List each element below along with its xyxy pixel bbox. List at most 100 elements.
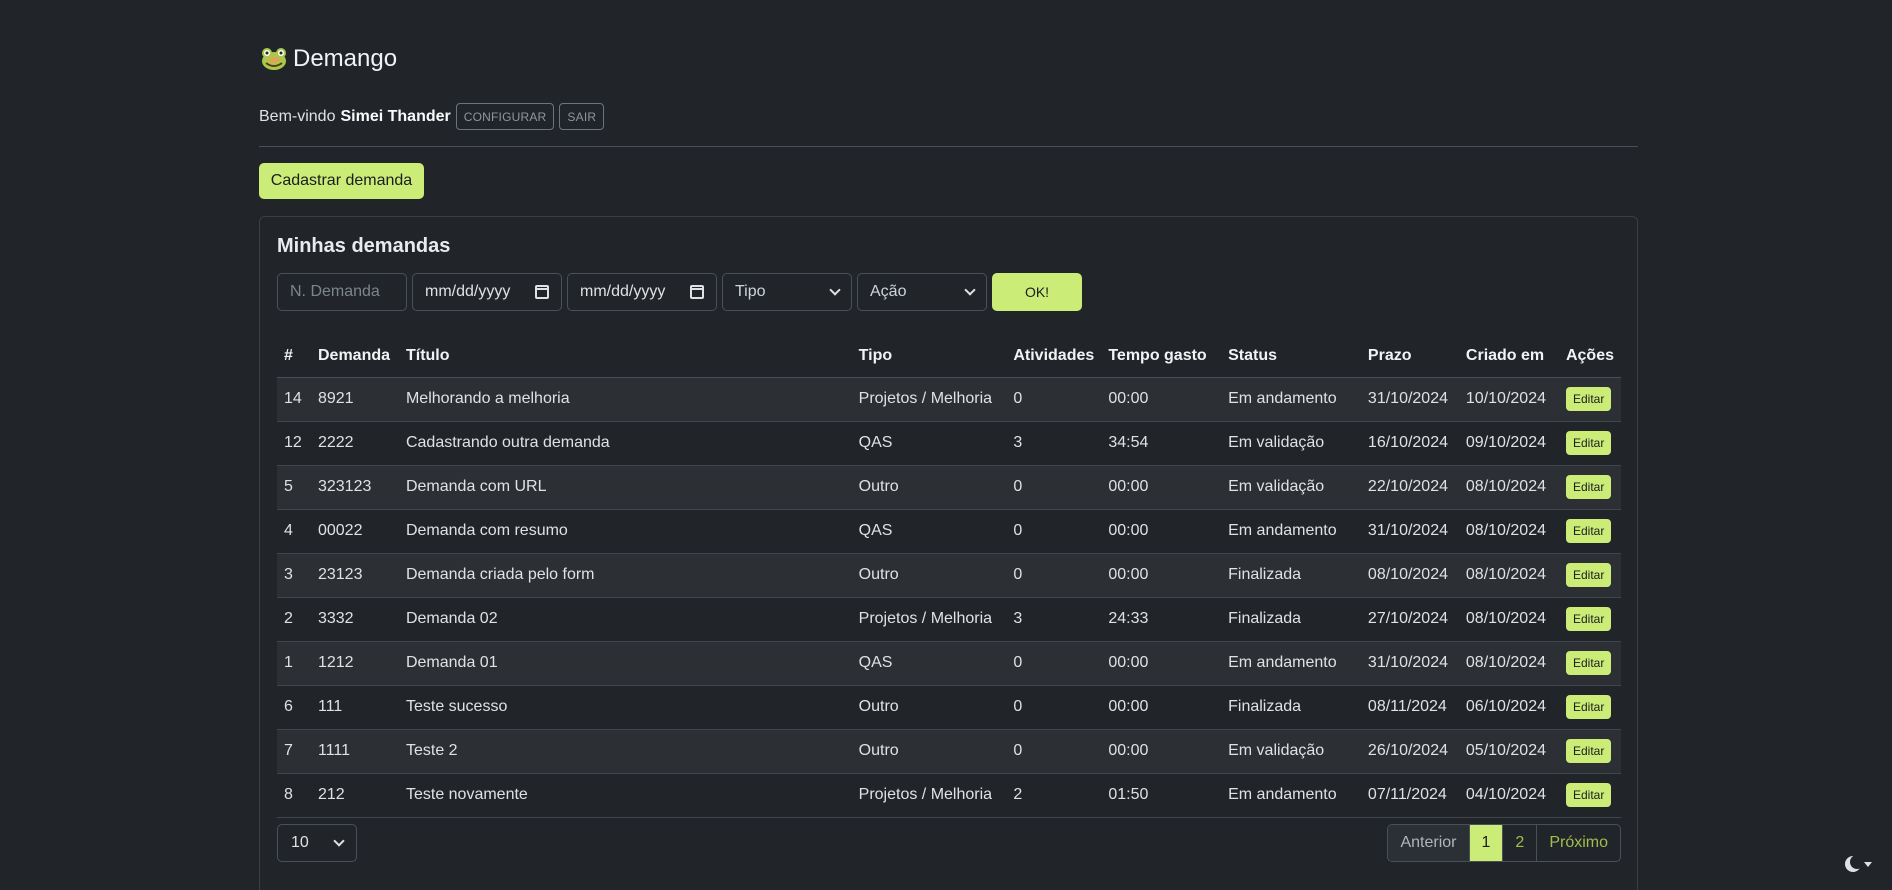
- cell-demand: 2222: [310, 421, 399, 466]
- action-select[interactable]: Ação: [857, 273, 987, 311]
- col-header-status[interactable]: Status: [1221, 335, 1361, 378]
- cell-actions: Editar: [1558, 509, 1621, 554]
- cell-type: Projetos / Melhoria: [851, 597, 1007, 642]
- cell-title: Cadastrando outra demanda: [398, 421, 852, 466]
- create-demand-button[interactable]: Cadastrar demanda: [259, 163, 424, 199]
- cell-id: 8: [277, 773, 311, 818]
- card-title: Minhas demandas: [277, 235, 451, 257]
- calendar-icon[interactable]: [690, 285, 704, 299]
- pagination-page-2[interactable]: 2: [1502, 825, 1536, 861]
- cell-actions: Editar: [1558, 553, 1621, 598]
- cell-activities: 0: [1006, 553, 1102, 598]
- table-body: 14 8921 Melhorando a melhoria Projetos / Me…: [277, 377, 1621, 818]
- col-header-deadline[interactable]: Prazo: [1360, 335, 1459, 378]
- cell-status: Em validação: [1221, 729, 1361, 774]
- col-header-time[interactable]: Tempo gasto: [1101, 335, 1222, 378]
- col-header-title[interactable]: Título: [398, 335, 852, 378]
- edit-button[interactable]: Editar: [1565, 783, 1612, 807]
- edit-button[interactable]: Editar: [1565, 519, 1612, 543]
- theme-toggle[interactable]: [1846, 857, 1872, 871]
- pagination-page-1[interactable]: 1: [1468, 825, 1503, 861]
- brand[interactable]: Demango: [259, 44, 397, 74]
- user-name: Simei Thander: [340, 107, 451, 125]
- pagination-next[interactable]: Próximo: [1536, 825, 1620, 861]
- cell-deadline: 08/11/2024: [1360, 685, 1459, 730]
- chevron-down-icon: [829, 284, 841, 296]
- col-header-created[interactable]: Criado em: [1458, 335, 1559, 378]
- cell-demand: 3332: [310, 597, 399, 642]
- cell-type: QAS: [851, 641, 1007, 686]
- edit-button[interactable]: Editar: [1565, 475, 1612, 499]
- page-size-select[interactable]: 10: [277, 824, 357, 862]
- edit-button[interactable]: Editar: [1565, 695, 1612, 719]
- cell-type: Outro: [851, 729, 1007, 774]
- cell-time: 00:00: [1101, 377, 1222, 422]
- logout-button[interactable]: SAIR: [559, 103, 605, 130]
- table-row: 3 23123 Demanda criada pelo form Outro 0 00:0…: [277, 553, 1621, 598]
- type-select[interactable]: Tipo: [722, 273, 852, 311]
- calendar-icon[interactable]: [535, 285, 549, 299]
- cell-created: 08/10/2024: [1458, 597, 1559, 642]
- table-row: 1 1212 Demanda 01 QAS 0 00:00 Em andamento 31/1…: [277, 641, 1621, 686]
- welcome-text: Bem-vindo: [259, 107, 336, 125]
- cell-created: 08/10/2024: [1458, 553, 1559, 598]
- cell-demand: 00022: [310, 509, 399, 554]
- action-select-value: Ação: [870, 283, 907, 300]
- cell-title: Teste novamente: [398, 773, 852, 818]
- col-header-activities[interactable]: Atividades: [1006, 335, 1102, 378]
- col-header-demand[interactable]: Demanda: [310, 335, 399, 378]
- edit-button[interactable]: Editar: [1565, 607, 1612, 631]
- cell-demand: 1111: [310, 729, 399, 774]
- cell-actions: Editar: [1558, 641, 1621, 686]
- cell-type: Projetos / Melhoria: [851, 773, 1007, 818]
- cell-activities: 3: [1006, 421, 1102, 466]
- chevron-down-icon: [964, 284, 976, 296]
- cell-demand: 111: [310, 685, 399, 730]
- cell-activities: 3: [1006, 597, 1102, 642]
- cell-deadline: 26/10/2024: [1360, 729, 1459, 774]
- date-from-input[interactable]: mm/dd/yyyy: [412, 273, 562, 311]
- cell-deadline: 07/11/2024: [1360, 773, 1459, 818]
- demand-number-placeholder: N. Demanda: [290, 283, 380, 300]
- edit-button[interactable]: Editar: [1565, 387, 1612, 411]
- edit-button[interactable]: Editar: [1565, 431, 1612, 455]
- cell-type: Outro: [851, 553, 1007, 598]
- edit-button[interactable]: Editar: [1565, 563, 1612, 587]
- cell-time: 34:54: [1101, 421, 1222, 466]
- col-header-actions: Ações: [1558, 335, 1621, 378]
- caret-down-icon: [1864, 861, 1872, 867]
- demand-number-input[interactable]: N. Demanda: [277, 273, 407, 311]
- cell-created: 05/10/2024: [1458, 729, 1559, 774]
- table-row: 6 111 Teste sucesso Outro 0 00:00 Finalizada 08…: [277, 685, 1621, 730]
- date-to-input[interactable]: mm/dd/yyyy: [567, 273, 717, 311]
- cell-title: Demanda 01: [398, 641, 852, 686]
- cell-time: 00:00: [1101, 553, 1222, 598]
- cell-status: Em andamento: [1221, 377, 1361, 422]
- pagination-prev[interactable]: Anterior: [1388, 825, 1469, 861]
- cell-deadline: 22/10/2024: [1360, 465, 1459, 510]
- cell-demand: 8921: [310, 377, 399, 422]
- cell-actions: Editar: [1558, 377, 1621, 422]
- cell-created: 08/10/2024: [1458, 641, 1559, 686]
- cell-status: Em andamento: [1221, 773, 1361, 818]
- page-size-value: 10: [291, 834, 309, 851]
- filter-ok-button[interactable]: OK!: [992, 273, 1082, 311]
- cell-title: Demanda com resumo: [398, 509, 852, 554]
- col-header-id[interactable]: #: [277, 335, 311, 378]
- cell-actions: Editar: [1558, 597, 1621, 642]
- cell-type: QAS: [851, 421, 1007, 466]
- cell-status: Finalizada: [1221, 685, 1361, 730]
- cell-deadline: 27/10/2024: [1360, 597, 1459, 642]
- cell-status: Finalizada: [1221, 553, 1361, 598]
- date-from-value: mm/dd/yyyy: [425, 283, 511, 300]
- edit-button[interactable]: Editar: [1565, 651, 1612, 675]
- edit-button[interactable]: Editar: [1565, 739, 1612, 763]
- filter-bar: N. Demanda mm/dd/yyyy mm/dd/yyyy Tipo Aç…: [277, 273, 1082, 311]
- cell-id: 6: [277, 685, 311, 730]
- cell-id: 12: [277, 421, 311, 466]
- pagination: Anterior 1 2 Próximo: [1387, 824, 1621, 862]
- col-header-type[interactable]: Tipo: [851, 335, 1007, 378]
- cell-actions: Editar: [1558, 421, 1621, 466]
- configure-button[interactable]: CONFIGURAR: [455, 103, 555, 130]
- cell-created: 10/10/2024: [1458, 377, 1559, 422]
